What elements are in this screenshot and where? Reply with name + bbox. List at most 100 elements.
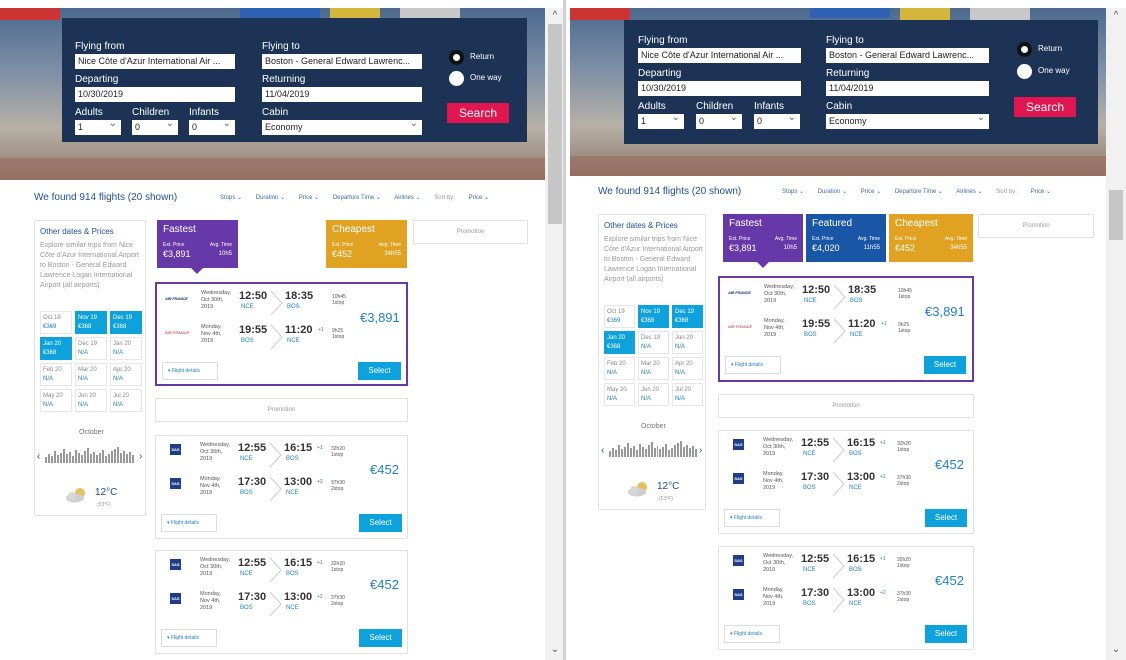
flight-card[interactable]: SAS Wednesday, Oct 30th, 2019 12:55 NCE 16… — [155, 435, 408, 539]
date-cell[interactable]: Mar 20 N/A — [75, 363, 107, 386]
returning-input[interactable]: 11/04/2019 — [826, 81, 989, 96]
histogram-prev-icon[interactable]: ‹ — [37, 451, 40, 462]
left-scrollbar[interactable]: ^ ⌄ — [545, 8, 565, 660]
flight-details-button[interactable]: ▾ Flight details — [162, 362, 218, 380]
select-button[interactable]: Select — [359, 629, 402, 647]
departing-input[interactable]: 10/30/2019 — [638, 81, 801, 96]
departure-filter[interactable]: Departure Time ⌄ — [895, 189, 943, 195]
histogram-next-icon[interactable]: › — [139, 451, 142, 462]
date-cell[interactable]: Jan 20 €368 — [604, 331, 635, 354]
return-radio[interactable] — [1017, 42, 1032, 57]
departure-filter[interactable]: Departure Time ⌄ — [333, 195, 381, 201]
date-cell[interactable]: May 20 N/A — [604, 383, 635, 406]
date-cell[interactable]: Apr 20 N/A — [672, 357, 703, 380]
scroll-up-icon[interactable]: ^ — [1106, 10, 1126, 24]
date-cell[interactable]: Jul 20 N/A — [110, 389, 142, 412]
scroll-thumb[interactable] — [1109, 190, 1123, 240]
date-cell[interactable]: Dec 19 N/A — [638, 331, 669, 354]
children-select[interactable]: 0 — [696, 114, 742, 129]
from-label: Flying from — [75, 41, 125, 52]
date-cell[interactable]: Jun 20 N/A — [75, 389, 107, 412]
airlines-filter[interactable]: Airlines ⌄ — [394, 195, 420, 201]
adults-select[interactable]: 1 — [638, 114, 684, 129]
infants-select[interactable]: 0 — [189, 120, 235, 135]
returning-input[interactable]: 11/04/2019 — [262, 87, 422, 102]
search-button[interactable]: Search — [1014, 97, 1076, 117]
date-cell[interactable]: Mar 20 N/A — [638, 357, 669, 380]
oneway-radio[interactable] — [1017, 64, 1032, 79]
cabin-select[interactable]: Economy — [826, 114, 989, 129]
flight-details-button[interactable]: ▾ Flight details — [161, 514, 217, 532]
cheapest-tab[interactable]: Cheapest Est. Price €452 Avg. Time 34h55 — [326, 220, 407, 268]
flight-card[interactable]: SAS Wednesday, Oct 30th, 2019 12:55 NCE 16… — [155, 550, 408, 654]
departing-input[interactable]: 10/30/2019 — [75, 87, 235, 102]
select-button[interactable]: Select — [924, 356, 966, 374]
infants-select[interactable]: 0 — [754, 114, 800, 129]
fastest-tab[interactable]: Fastest Est. Price €3,891 Avg. Time 10h5 — [723, 214, 803, 262]
price-filter[interactable]: Price ⌄ — [299, 195, 319, 201]
flight-details-button[interactable]: ▾ Flight details — [724, 625, 780, 643]
from-input[interactable]: Nice Côte d'Azur International Air ... — [75, 54, 235, 69]
date-cell[interactable]: Apr 20 N/A — [110, 363, 142, 386]
select-button[interactable]: Select — [925, 625, 967, 643]
select-button[interactable]: Select — [925, 509, 967, 527]
flight-card[interactable]: AIR FRANCE Wednesday, Oct 30th, 2019 12:50… — [718, 276, 974, 382]
cheapest-tab[interactable]: Cheapest Est. Price €452 Avg. Time 34h55 — [889, 214, 973, 262]
stops-filter[interactable]: Stops ⌄ — [782, 189, 804, 195]
from-input[interactable]: Nice Côte d'Azur International Air ... — [638, 48, 801, 63]
day-offset: +2 — [317, 479, 323, 485]
adults-select[interactable]: 1 — [75, 120, 121, 135]
date-cell[interactable]: Jul 20 N/A — [672, 383, 703, 406]
histogram-next-icon[interactable]: › — [699, 445, 702, 456]
date-cell[interactable]: Dec 19 €368 — [110, 311, 142, 334]
date-cell[interactable]: Jun 20 N/A — [638, 383, 669, 406]
arrow-chevron-icon — [833, 318, 846, 344]
flight-card[interactable]: AIR FRANCE Wednesday, Oct 30th, 2019 12:50… — [155, 282, 408, 386]
to-input[interactable]: Boston - General Edward Lawrenc... — [262, 54, 422, 69]
cabin-select[interactable]: Economy — [262, 120, 422, 135]
flight-details-button[interactable]: ▾ Flight details — [724, 509, 780, 527]
flight-card[interactable]: SAS Wednesday, Oct 30th, 2019 12:55 NCE 16… — [718, 546, 974, 650]
date-cell[interactable]: Oct 19 €369 — [40, 311, 72, 334]
price-filter[interactable]: Price ⌄ — [861, 189, 881, 195]
date-cell[interactable]: Nov 19 €368 — [75, 311, 107, 334]
scroll-down-icon[interactable]: ⌄ — [1106, 644, 1126, 658]
histogram-prev-icon[interactable]: ‹ — [601, 445, 604, 456]
date-cell[interactable]: Jan 20 €368 — [40, 337, 72, 360]
date-cell[interactable]: Oct 19 €369 — [604, 305, 635, 328]
date-cell[interactable]: Dec 19 N/A — [75, 337, 107, 360]
cloud-sun-icon — [66, 488, 85, 503]
date-cell[interactable]: Feb 20 N/A — [604, 357, 635, 380]
to-input[interactable]: Boston - General Edward Lawrenc... — [826, 48, 989, 63]
date-cell[interactable]: May 20 N/A — [40, 389, 72, 412]
featured-tab[interactable]: Featured Est. Price €4,020 Avg. Time 11h… — [806, 214, 886, 262]
airlines-filter[interactable]: Airlines ⌄ — [956, 189, 982, 195]
right-scrollbar[interactable]: ^ ⌄ — [1106, 8, 1126, 660]
sort-select[interactable]: Price ⌄ — [469, 195, 489, 201]
fastest-tab[interactable]: Fastest Est. Price €3,891 Avg. Time 10h5 — [157, 220, 238, 268]
flight-card[interactable]: SAS Wednesday, Oct 30th, 2019 12:55 NCE 16… — [718, 430, 974, 534]
scroll-down-icon[interactable]: ⌄ — [545, 644, 565, 658]
duration-filter[interactable]: Duration ⌄ — [818, 189, 847, 195]
histogram-bar — [66, 454, 68, 463]
date-cell[interactable]: Jan 20 N/A — [672, 331, 703, 354]
sort-select[interactable]: Price ⌄ — [1031, 189, 1051, 195]
select-button[interactable]: Select — [358, 362, 401, 380]
date-cell[interactable]: Feb 20 N/A — [40, 363, 72, 386]
date-cell[interactable]: Jan 20 N/A — [110, 337, 142, 360]
return-radio[interactable] — [449, 50, 464, 65]
select-button[interactable]: Select — [359, 514, 402, 532]
flight-details-button[interactable]: ▾ Flight details — [161, 629, 217, 647]
histogram-bar — [647, 445, 650, 457]
date-cell[interactable]: Nov 19 €368 — [638, 305, 669, 328]
stops-filter[interactable]: Stops ⌄ — [220, 195, 242, 201]
oneway-radio[interactable] — [449, 71, 464, 86]
flight-details-button[interactable]: ▾ Flight details — [725, 356, 781, 374]
search-button[interactable]: Search — [447, 103, 509, 123]
duration-filter[interactable]: Duration ⌄ — [256, 195, 285, 201]
date-cell[interactable]: Dec 19 €368 — [672, 305, 703, 328]
children-select[interactable]: 0 — [132, 120, 178, 135]
scroll-up-icon[interactable]: ^ — [545, 10, 565, 24]
scroll-thumb[interactable] — [548, 24, 562, 224]
arrival-time: 16:15 — [284, 442, 313, 454]
